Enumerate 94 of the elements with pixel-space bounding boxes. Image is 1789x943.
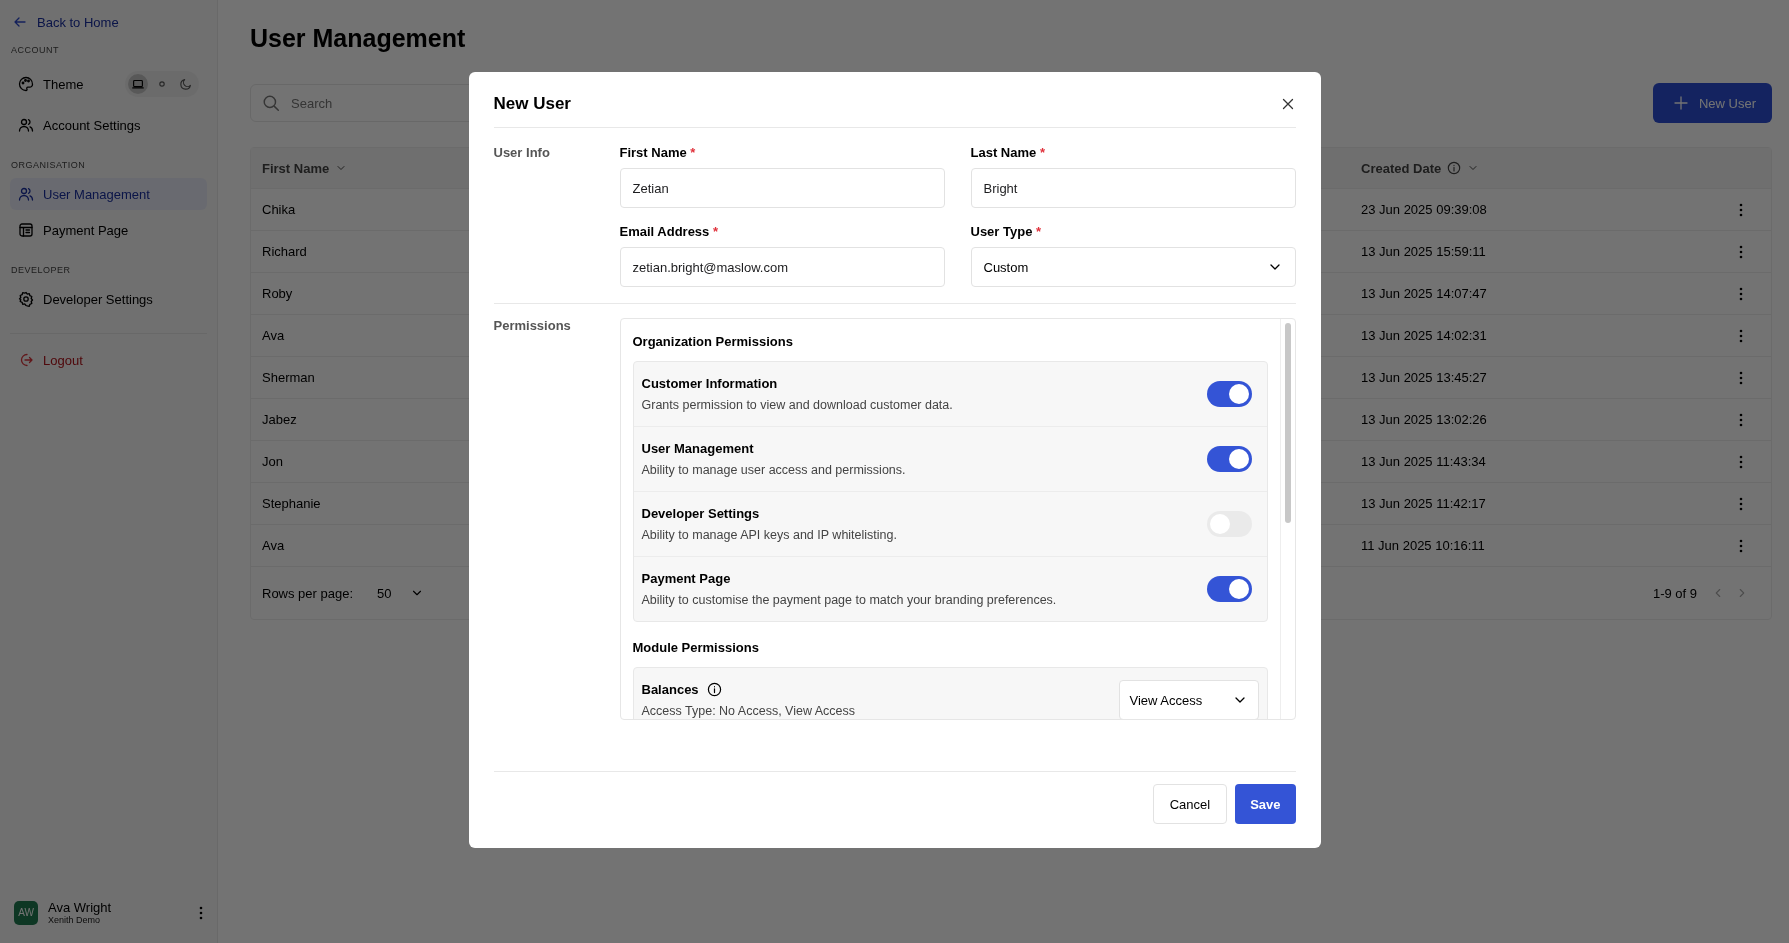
table-cell: Stephanie xyxy=(262,496,321,511)
table-cell: Richard xyxy=(262,244,307,259)
field-label: First Name xyxy=(619,145,687,160)
sidebar-item[interactable]: Theme xyxy=(10,63,207,105)
more-options-icon[interactable] xyxy=(1739,202,1743,217)
logout-link[interactable]: Logout xyxy=(10,344,207,376)
table-cell: 23 Jun 2025 09:39:08 xyxy=(1361,202,1487,217)
input-field[interactable]: Bright xyxy=(970,168,1296,208)
laptop-icon xyxy=(131,77,145,91)
more-options-icon[interactable] xyxy=(1739,244,1743,259)
more-options-icon[interactable] xyxy=(1739,370,1743,385)
input-field[interactable]: zetian.bright@maslow.com xyxy=(619,247,945,287)
table-cell: 13 Jun 2025 11:42:17 xyxy=(1361,496,1486,511)
users-icon xyxy=(18,186,34,202)
more-options-icon[interactable] xyxy=(1739,328,1743,343)
table-cell: 13 Jun 2025 15:59:11 xyxy=(1361,244,1486,259)
permission-name: Payment Page xyxy=(641,571,731,586)
table-cell: 11 Jun 2025 10:16:11 xyxy=(1361,538,1485,553)
required-mark: * xyxy=(690,145,696,160)
permission-toggle[interactable] xyxy=(1206,446,1252,472)
section-heading: DEVELOPER xyxy=(11,265,72,275)
required-mark: * xyxy=(1036,224,1042,239)
section-heading: ORGANISATION xyxy=(11,160,87,170)
field-label: Email Address xyxy=(619,224,710,239)
more-options-icon[interactable] xyxy=(1739,286,1743,301)
table-cell: 13 Jun 2025 13:02:26 xyxy=(1361,412,1487,427)
page-title: User Management xyxy=(250,24,467,53)
more-options-icon[interactable] xyxy=(1739,538,1743,553)
back-link[interactable]: Back to Home xyxy=(10,14,207,30)
table-cell: 13 Jun 2025 13:45:27 xyxy=(1361,370,1487,385)
sidebar-item[interactable]: Developer Settings xyxy=(10,283,207,315)
table-cell: Ava xyxy=(262,538,285,553)
group-title: Module Permissions xyxy=(632,640,760,655)
more-options-icon[interactable] xyxy=(199,905,203,920)
user-type-select[interactable]: Custom xyxy=(970,247,1296,287)
permission-name: Customer Information xyxy=(641,376,778,391)
permission-description: Grants permission to view and download customer data. xyxy=(641,398,953,412)
column-header[interactable]: Created Date xyxy=(1361,160,1442,176)
input-field[interactable]: Zetian xyxy=(619,168,945,208)
palette-icon xyxy=(18,76,34,92)
permission-description: Ability to manage API keys and IP whitelisting. xyxy=(641,528,897,542)
permission-name: User Management xyxy=(641,441,754,456)
page-icon xyxy=(18,222,34,238)
access-select[interactable]: View Access xyxy=(1118,680,1259,719)
gear-icon xyxy=(18,291,34,307)
user-avatar: AW xyxy=(14,900,38,925)
cancel-button[interactable]: Cancel xyxy=(1152,784,1228,824)
sidebar-item[interactable]: Payment Page xyxy=(10,214,207,246)
table-cell: Ava xyxy=(262,328,285,343)
theme-option[interactable] xyxy=(128,74,148,94)
permission-description: Ability to manage user access and permissions. xyxy=(641,463,906,477)
section-label: User Info xyxy=(493,145,551,162)
plus-icon xyxy=(1672,95,1689,111)
rows-per-page-select[interactable]: 50 xyxy=(371,584,430,602)
info-icon xyxy=(1447,161,1462,175)
permission-toggle[interactable] xyxy=(1206,381,1252,407)
table-cell: Jabez xyxy=(262,412,297,427)
field-label: Last Name xyxy=(970,145,1037,160)
users-icon xyxy=(18,117,34,133)
more-options-icon[interactable] xyxy=(1739,496,1743,511)
table-cell: Chika xyxy=(262,202,296,217)
dialog-title: New User xyxy=(493,93,571,114)
moon-icon xyxy=(179,77,193,91)
save-button[interactable]: Save xyxy=(1235,784,1296,824)
more-options-icon[interactable] xyxy=(1739,454,1743,469)
rows-per-page-label: Rows per page: xyxy=(262,585,354,601)
group-title: Organization Permissions xyxy=(632,334,794,349)
table-cell: 13 Jun 2025 14:02:31 xyxy=(1361,328,1487,343)
search-icon xyxy=(262,94,280,112)
permission-name: Balances xyxy=(641,682,699,697)
pagination-range: 1-9 of 9 xyxy=(1652,585,1697,601)
required-mark: * xyxy=(1039,145,1045,160)
permission-description: Access Type: No Access, View Access xyxy=(641,704,856,718)
field-label: User Type xyxy=(970,224,1033,239)
new-user-button[interactable]: New User xyxy=(1652,83,1772,123)
section-heading: ACCOUNT xyxy=(11,45,60,55)
table-cell: Sherman xyxy=(262,370,315,385)
logout-icon xyxy=(18,352,34,368)
user-name: Ava Wright xyxy=(48,900,113,915)
permission-toggle[interactable] xyxy=(1206,576,1252,602)
organisation-name: Xenith Demo xyxy=(48,915,102,925)
column-header[interactable]: First Name xyxy=(262,160,330,176)
info-icon xyxy=(706,682,722,697)
table-cell: 13 Jun 2025 11:43:34 xyxy=(1361,454,1486,469)
permission-name: Developer Settings xyxy=(641,506,760,521)
sidebar-item[interactable]: User Management xyxy=(10,178,207,210)
sidebar-item[interactable]: Account Settings xyxy=(10,109,207,141)
more-options-icon[interactable] xyxy=(1739,412,1743,427)
table-cell: Jon xyxy=(262,454,283,469)
section-label: Permissions xyxy=(493,318,572,335)
table-cell: Roby xyxy=(262,286,293,301)
required-mark: * xyxy=(712,224,719,239)
permission-description: Ability to customise the payment page to match your branding preferences. xyxy=(641,593,1057,607)
table-cell: 13 Jun 2025 14:07:47 xyxy=(1361,286,1487,301)
